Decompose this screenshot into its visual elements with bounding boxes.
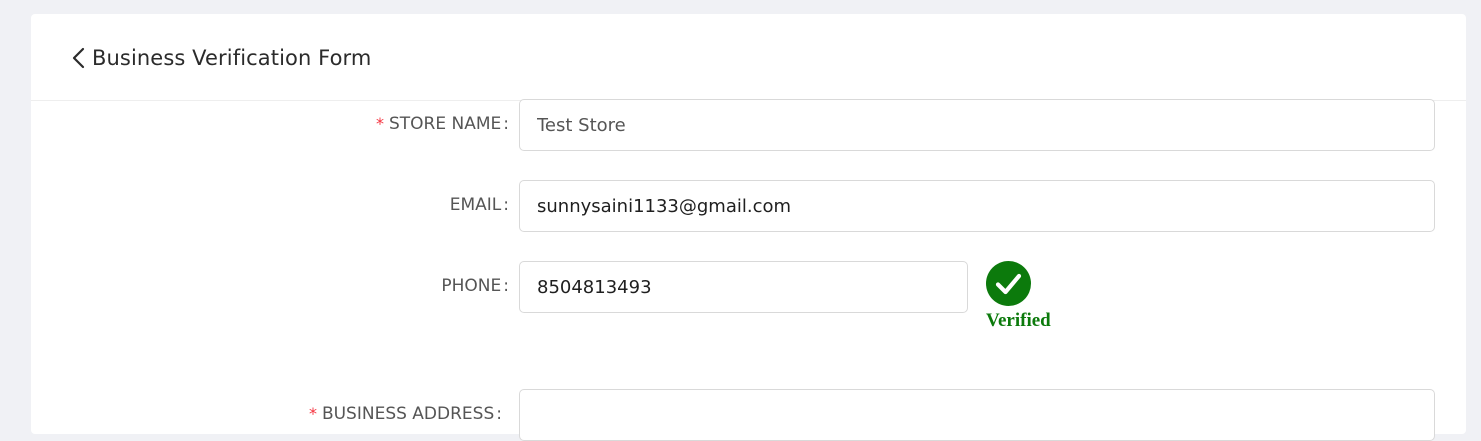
phone-label-text: PHONE [441,276,502,296]
label-colon: : [503,195,509,215]
label-colon: : [503,114,509,134]
chevron-left-icon[interactable] [71,47,87,69]
phone-row: PHONE: Verified [31,261,1466,331]
label-colon: : [503,276,509,296]
page-title: Business Verification Form [92,46,372,70]
email-label: EMAIL: [450,193,509,217]
business-address-label-text: BUSINESS ADDRESS [321,404,495,424]
store-name-row: * STORE NAME: [31,99,1466,151]
email-label-text: EMAIL [449,195,502,215]
store-name-label-text: STORE NAME [388,114,502,134]
email-input[interactable] [519,180,1435,232]
verified-text: Verified [986,310,1051,331]
store-name-input[interactable] [519,99,1435,151]
phone-label: PHONE: [441,274,509,298]
label-colon: : [496,404,502,424]
form-header: Business Verification Form [31,14,1466,101]
business-address-input[interactable] [519,389,1435,441]
required-mark: * [375,114,384,133]
required-mark: * [308,404,317,423]
business-address-row: * BUSINESS ADDRESS: [31,389,1466,441]
email-row: EMAIL: [31,180,1466,232]
store-name-label: * STORE NAME: [376,112,509,136]
form-card: Business Verification Form * STORE NAME: … [31,14,1466,441]
check-circle-icon [986,261,1031,306]
phone-input[interactable] [519,261,968,313]
business-address-label: * BUSINESS ADDRESS: [309,402,502,426]
back-button[interactable]: Business Verification Form [71,45,371,71]
